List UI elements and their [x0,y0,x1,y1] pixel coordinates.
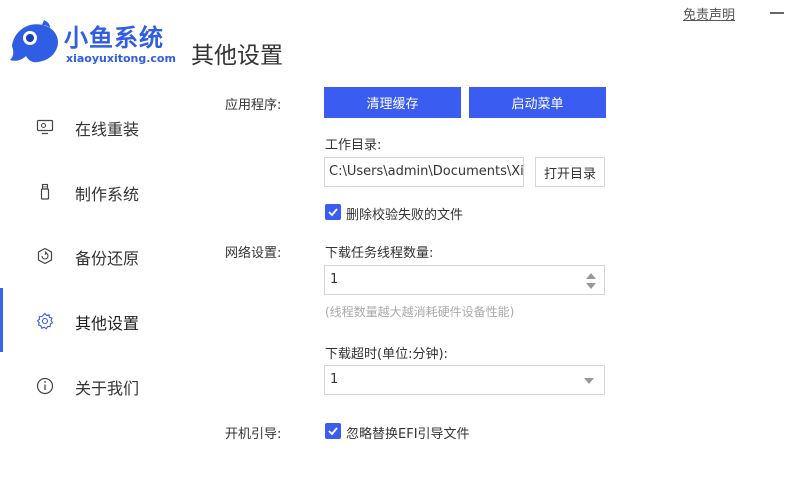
clear-cache-button[interactable]: 清理缓存 [324,87,461,118]
network-label: 网络设置: [225,246,282,261]
spinner-down-icon[interactable] [586,283,596,289]
sidebar-item-make-system[interactable]: 制作系统 [0,159,190,223]
fish-logo-icon [10,20,58,63]
ignore-efi-checkbox[interactable] [325,423,341,439]
spinner-up-icon[interactable] [586,273,596,279]
sidebar-item-label: 其他设置 [75,314,140,333]
sidebar-item-other-settings[interactable]: 其他设置 [0,288,190,352]
minimize-button[interactable] [770,12,784,14]
sidebar-item-label: 关于我们 [75,379,140,398]
info-icon [36,377,54,395]
sidebar-item-backup-restore[interactable]: 备份还原 [0,223,190,287]
threads-spinner[interactable]: 1 [324,265,605,295]
timeout-select[interactable]: 1 [324,365,605,395]
chevron-down-icon [584,378,594,384]
work-dir-input[interactable]: C:\Users\admin\Documents\Xia [324,157,524,187]
application-label: 应用程序: [225,98,282,113]
app-logo: 小鱼系统 xiaoyuxitong.com [8,12,178,68]
delete-failed-files-label: 删除校验失败的文件 [346,208,464,223]
checkmark-icon [328,427,338,436]
timeout-label: 下载超时(单位:分钟): [325,347,448,362]
disclaimer-link[interactable]: 免责声明 [683,4,735,23]
checkmark-icon [328,208,338,217]
threads-hint: (线程数量越大越消耗硬件设备性能) [325,305,515,319]
sidebar-item-label: 在线重装 [75,120,140,139]
sidebar-item-about-us[interactable]: 关于我们 [0,353,190,417]
app-domain: xiaoyuxitong.com [66,52,176,65]
active-indicator [0,288,3,352]
startup-menu-button[interactable]: 启动菜单 [469,87,606,118]
page-title: 其他设置 [191,43,283,69]
timeout-value: 1 [330,372,339,387]
delete-failed-files-checkbox[interactable] [325,204,341,220]
boot-label: 开机引导: [225,427,282,442]
monitor-icon [36,119,54,135]
threads-label: 下载任务线程数量: [325,246,434,261]
gear-icon [36,312,54,330]
sidebar-item-label: 备份还原 [75,249,140,268]
sidebar-item-online-reinstall[interactable]: 在线重装 [0,94,190,158]
threads-value: 1 [330,272,339,287]
usb-icon [40,183,50,200]
work-dir-label: 工作目录: [325,138,382,153]
sidebar-item-label: 制作系统 [75,185,140,204]
ignore-efi-label: 忽略替换EFI引导文件 [346,427,470,442]
backup-icon [37,247,53,265]
app-name: 小鱼系统 [64,24,164,52]
open-dir-button[interactable]: 打开目录 [535,157,605,187]
